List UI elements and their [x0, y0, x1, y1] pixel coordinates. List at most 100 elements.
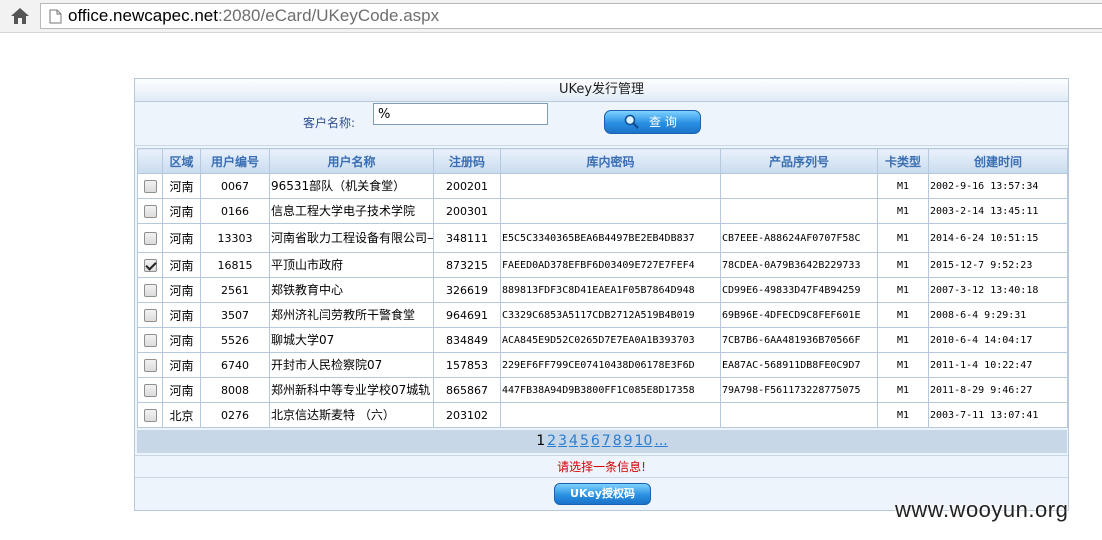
- cell-area: 河南: [162, 352, 201, 378]
- pager-link[interactable]: 4: [569, 433, 578, 449]
- cell-user-id: 5526: [200, 327, 270, 353]
- url-field[interactable]: office.newcapec.net:2080/eCard/UKeyCode.…: [40, 3, 1102, 29]
- pager-link[interactable]: 2: [547, 433, 556, 449]
- cell-db-password: 447FB38A94D9B3800FF1C085E8D17358: [500, 377, 721, 403]
- cell-card-type: M1: [877, 302, 929, 328]
- cell-user-id: 0276: [200, 402, 270, 428]
- query-button-label: 查 询: [649, 115, 677, 129]
- cell-user-id: 2561: [200, 277, 270, 303]
- cell-user-name: 郑州济礼闫劳教所干警食堂: [269, 302, 434, 328]
- cell-area: 河南: [162, 327, 201, 353]
- table-row[interactable]: 河南 5526 聊城大学07 834849 ACA845E9D52C0265D7E7EA…: [137, 327, 1068, 353]
- cell-product-serial: CD99E6-49833D47F4B94259: [720, 277, 878, 303]
- cell-db-password: 229EF6FF799CE07410438D06178E3F6D: [500, 352, 721, 378]
- table-row[interactable]: 河南 13303 河南省耿力工程设备有限公司—E 348111 E5C5C3340365…: [137, 223, 1068, 253]
- cell-select: [137, 277, 163, 303]
- customer-name-label: 客户名称:: [303, 116, 356, 130]
- row-checkbox[interactable]: [143, 358, 157, 372]
- pager-link[interactable]: 10: [635, 433, 653, 449]
- cell-db-password: 889813FDF3C8D41EAEA1F05B7864D948: [500, 277, 721, 303]
- row-checkbox[interactable]: [143, 204, 157, 218]
- cell-product-serial: [720, 198, 878, 224]
- header-user-name: 用户名称: [269, 148, 434, 174]
- table-row[interactable]: 河南 2561 郑铁教育中心 326619 889813FDF3C8D41EAEA1F0…: [137, 277, 1068, 303]
- row-checkbox[interactable]: [143, 333, 157, 347]
- cell-select: [137, 352, 163, 378]
- header-db-password: 库内密码: [500, 148, 721, 174]
- cell-db-password: [500, 402, 721, 428]
- cell-user-name: 北京信达斯麦特 （六）: [269, 402, 434, 428]
- pager-link[interactable]: 8: [613, 433, 622, 449]
- table-row[interactable]: 河南 0166 信息工程大学电子技术学院 200301 M1 2003-2-14 13:4…: [137, 198, 1068, 224]
- magnifier-icon: [624, 114, 639, 129]
- cell-product-serial: [720, 402, 878, 428]
- cell-user-id: 8008: [200, 377, 270, 403]
- cell-product-serial: EA87AC-568911DB8FE0C9D7: [720, 352, 878, 378]
- cell-select: [137, 198, 163, 224]
- row-checkbox[interactable]: [143, 308, 157, 322]
- search-row: 客户名称: 查 询: [135, 102, 1068, 146]
- table-row[interactable]: 北京 0276 北京信达斯麦特 （六） 203102 M1 2003-7-11 13:07…: [137, 402, 1068, 428]
- cell-card-type: M1: [877, 277, 929, 303]
- cell-card-type: M1: [877, 327, 929, 353]
- cell-user-name: 96531部队（机关食堂）: [269, 173, 434, 199]
- pager-link[interactable]: 7: [602, 433, 611, 449]
- cell-area: 河南: [162, 252, 201, 278]
- cell-user-name: 开封市人民检察院07: [269, 352, 434, 378]
- ukey-auth-code-button[interactable]: UKey授权码: [554, 483, 651, 505]
- cell-area: 河南: [162, 173, 201, 199]
- pager-link[interactable]: 9: [624, 433, 633, 449]
- cell-product-serial: 78CDEA-0A79B3642B229733: [720, 252, 878, 278]
- cell-created-time: 2011-1-4 10:22:47: [928, 352, 1068, 378]
- pager-link[interactable]: 6: [591, 433, 600, 449]
- cell-created-time: 2014-6-24 10:51:15: [928, 223, 1068, 253]
- customer-name-input[interactable]: [373, 103, 548, 125]
- header-area: 区域: [162, 148, 201, 174]
- table-row[interactable]: 河南 8008 郑州新科中等专业学校07城轨 865867 447FB38A94D9B3…: [137, 377, 1068, 403]
- cell-user-name: 郑州新科中等专业学校07城轨: [269, 377, 434, 403]
- pager-link[interactable]: 5: [580, 433, 589, 449]
- home-icon[interactable]: [10, 6, 30, 26]
- cell-reg-code: 834849: [433, 327, 501, 353]
- cell-db-password: E5C5C3340365BEA6B4497BE2EB4DB837: [500, 223, 721, 253]
- cell-area: 河南: [162, 302, 201, 328]
- cell-reg-code: 348111: [433, 223, 501, 253]
- pager-link[interactable]: 3: [558, 433, 567, 449]
- row-checkbox[interactable]: [143, 231, 157, 245]
- cell-card-type: M1: [877, 173, 929, 199]
- cell-created-time: 2002-9-16 13:57:34: [928, 173, 1068, 199]
- row-checkbox[interactable]: [143, 258, 157, 272]
- cell-reg-code: 873215: [433, 252, 501, 278]
- cell-select: [137, 302, 163, 328]
- cell-user-name: 聊城大学07: [269, 327, 434, 353]
- pager: 1 2 3 4 5 6 7 8 9 10...: [137, 430, 1067, 453]
- header-select: [137, 148, 163, 174]
- table-row[interactable]: 河南 16815 平顶山市政府 873215 FAEED0AD378EFBF6D0340…: [137, 252, 1068, 278]
- table-row[interactable]: 河南 6740 开封市人民检察院07 157853 229EF6FF799CE07410…: [137, 352, 1068, 378]
- cell-db-password: [500, 173, 721, 199]
- table-row[interactable]: 河南 3507 郑州济礼闫劳教所干警食堂 964691 C3329C6853A5117C…: [137, 302, 1068, 328]
- pager-link[interactable]: ...: [654, 433, 667, 449]
- url-host: office.newcapec.net: [68, 6, 218, 25]
- header-card-type: 卡类型: [877, 148, 929, 174]
- cell-user-name: 河南省耿力工程设备有限公司—E: [269, 223, 434, 253]
- cell-created-time: 2010-6-4 14:04:17: [928, 327, 1068, 353]
- query-button[interactable]: 查 询: [604, 110, 701, 134]
- row-checkbox[interactable]: [143, 408, 157, 422]
- cell-card-type: M1: [877, 402, 929, 428]
- row-checkbox[interactable]: [143, 179, 157, 193]
- cell-select: [137, 223, 163, 253]
- cell-select: [137, 327, 163, 353]
- header-reg-code: 注册码: [433, 148, 501, 174]
- cell-created-time: 2015-12-7 9:52:23: [928, 252, 1068, 278]
- row-checkbox[interactable]: [143, 383, 157, 397]
- cell-reg-code: 200301: [433, 198, 501, 224]
- table-row[interactable]: 河南 0067 96531部队（机关食堂） 200201 M1 2002-9-16 13:…: [137, 173, 1068, 199]
- cell-reg-code: 157853: [433, 352, 501, 378]
- cell-user-id: 6740: [200, 352, 270, 378]
- cell-select: [137, 173, 163, 199]
- panel-title: UKey发行管理: [135, 79, 1068, 102]
- cell-user-id: 3507: [200, 302, 270, 328]
- cell-reg-code: 326619: [433, 277, 501, 303]
- row-checkbox[interactable]: [143, 283, 157, 297]
